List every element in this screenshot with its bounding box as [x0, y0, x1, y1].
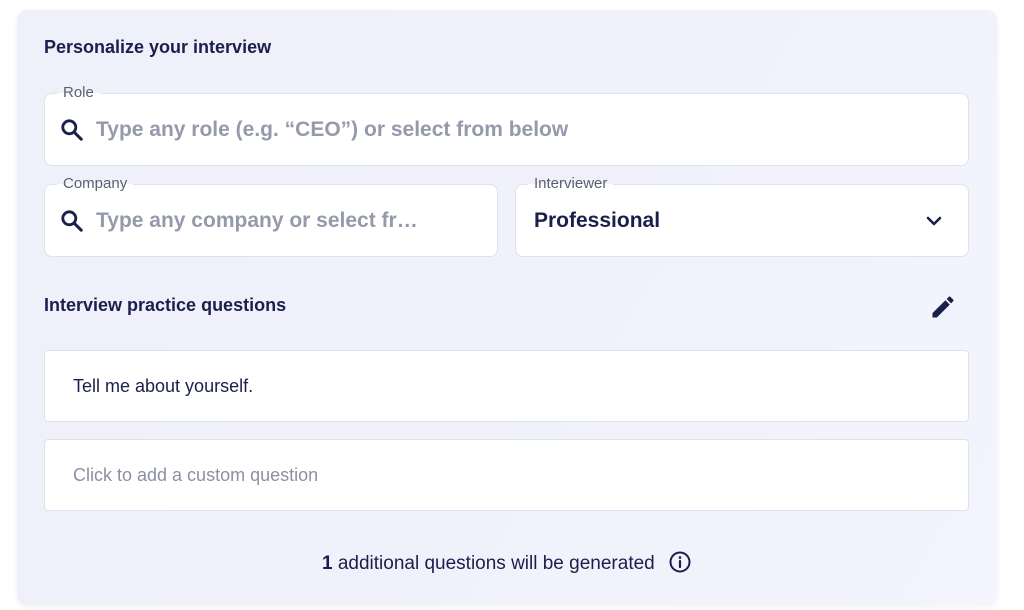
additional-count: 1 — [321, 553, 333, 574]
role-label: Role — [57, 84, 100, 102]
generated-questions-note: 1 additional questions will be generated — [17, 550, 997, 575]
company-field[interactable]: Company — [44, 175, 498, 257]
personalize-panel: Personalize your interview Role Company … — [17, 10, 997, 605]
panel-title: Personalize your interview — [44, 37, 272, 57]
role-input[interactable] — [96, 94, 956, 165]
search-icon — [61, 119, 83, 141]
additional-text: additional questions will be generated — [337, 553, 655, 574]
custom-question-placeholder: Click to add a custom question — [73, 465, 319, 485]
interviewer-label: Interviewer — [528, 175, 614, 193]
interviewer-select[interactable]: Interviewer Professional — [515, 175, 969, 257]
question-text: Tell me about yourself. — [73, 376, 254, 396]
role-field[interactable]: Role — [44, 84, 969, 166]
company-input[interactable] — [96, 185, 491, 256]
search-icon — [61, 210, 83, 232]
questions-title: Interview practice questions — [44, 295, 287, 315]
info-icon[interactable] — [668, 550, 692, 574]
pencil-icon[interactable] — [929, 293, 957, 321]
chevron-down-icon[interactable] — [924, 213, 944, 229]
question-item[interactable]: Tell me about yourself. — [44, 350, 969, 422]
custom-question-input[interactable]: Click to add a custom question — [44, 439, 969, 511]
interviewer-value: Professional — [534, 209, 661, 232]
